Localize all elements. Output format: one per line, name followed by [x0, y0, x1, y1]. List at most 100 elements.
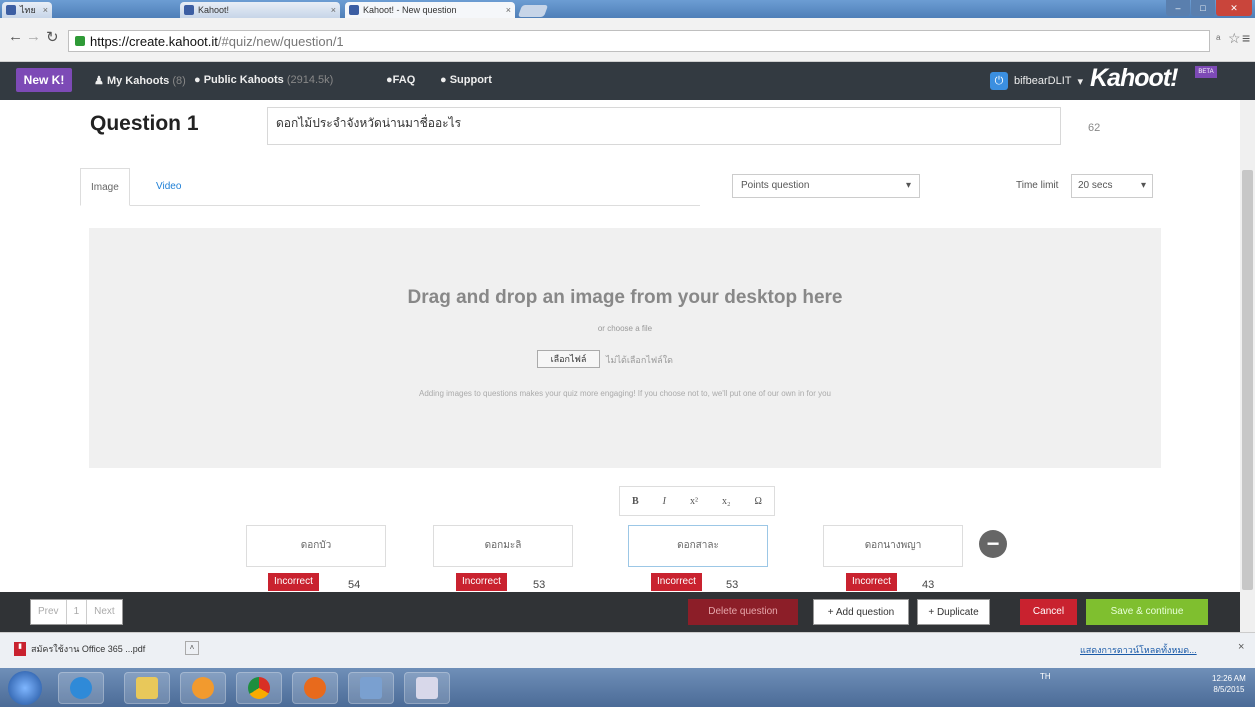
- close-downloads-icon[interactable]: ×: [1238, 641, 1244, 653]
- question-text-input[interactable]: ดอกไม้ประจำจังหวัดน่านมาชื่ออะไร: [267, 107, 1061, 145]
- media-player-icon[interactable]: [180, 672, 226, 704]
- time-limit-select[interactable]: 20 secs ▾: [1071, 174, 1153, 198]
- no-file-label: ไม่ได้เลือกไฟล์ใด: [606, 355, 673, 365]
- clock-time: 12:26 AM: [1212, 674, 1246, 683]
- scrollbar-thumb[interactable]: [1242, 170, 1253, 590]
- tab-favicon-icon: [349, 5, 359, 15]
- tab-label: Kahoot! - New question: [363, 5, 457, 15]
- tab-favicon-icon: [6, 5, 16, 15]
- prev-button[interactable]: Prev: [31, 600, 67, 624]
- incorrect-toggle[interactable]: Incorrect: [268, 573, 319, 591]
- delete-question-button[interactable]: Delete question: [688, 599, 798, 625]
- browser-tab[interactable]: Kahoot! ×: [180, 2, 340, 18]
- reload-icon[interactable]: ↻: [46, 28, 59, 46]
- special-char-button[interactable]: Ω: [755, 496, 762, 507]
- choose-file-button[interactable]: เลือกไฟล์: [537, 350, 600, 368]
- answer-char-count: 53: [726, 579, 739, 591]
- next-button[interactable]: Next: [87, 600, 122, 624]
- points-select[interactable]: Points question ▾: [732, 174, 920, 198]
- add-question-button[interactable]: + Add question: [813, 599, 909, 625]
- superscript-button[interactable]: x²: [690, 496, 698, 507]
- caret-down-icon: ▾: [1077, 75, 1084, 88]
- explorer-icon[interactable]: [124, 672, 170, 704]
- new-kahoot-button[interactable]: New K!: [16, 68, 72, 92]
- incorrect-toggle[interactable]: Incorrect: [651, 573, 702, 591]
- question-title: Question 1: [90, 112, 199, 135]
- answer-field[interactable]: ดอกมะลิ: [433, 525, 573, 567]
- duplicate-button[interactable]: + Duplicate: [917, 599, 990, 625]
- drop-zone-note: Adding images to questions makes your qu…: [419, 389, 831, 398]
- tab-video[interactable]: Video: [146, 168, 191, 206]
- close-window-icon[interactable]: ✕: [1216, 0, 1252, 16]
- clock[interactable]: 12:26 AM 8/5/2015: [1212, 673, 1246, 695]
- incorrect-toggle[interactable]: Incorrect: [846, 573, 897, 591]
- download-chevron-icon[interactable]: ˄: [185, 641, 199, 655]
- minimize-icon[interactable]: –: [1166, 0, 1190, 16]
- browser-tab-active[interactable]: Kahoot! - New question ×: [345, 2, 515, 18]
- bookmark-star-icon[interactable]: ☆: [1228, 30, 1241, 47]
- start-button-icon[interactable]: [8, 671, 42, 705]
- tab-close-icon[interactable]: ×: [43, 5, 48, 15]
- username: bifbearDLIT: [1014, 75, 1072, 87]
- faq-link[interactable]: ●FAQ: [386, 74, 415, 86]
- save-continue-button[interactable]: Save & continue: [1086, 599, 1208, 625]
- cancel-button[interactable]: Cancel: [1020, 599, 1077, 625]
- page-number: 1: [67, 600, 88, 624]
- new-tab-button[interactable]: [517, 5, 549, 17]
- tab-close-icon[interactable]: ×: [506, 5, 511, 15]
- question-icon: ●: [386, 74, 393, 86]
- answer-char-count: 53: [533, 579, 546, 591]
- chrome-icon[interactable]: [236, 672, 282, 704]
- my-kahoots-link[interactable]: ♟ My Kahoots (8): [94, 74, 186, 87]
- format-toolbar: B I x² x₂ Ω: [619, 486, 775, 516]
- chat-bubble-icon: ●: [440, 74, 447, 86]
- url-path: /#quiz/new/question/1: [217, 33, 344, 49]
- incorrect-toggle[interactable]: Incorrect: [456, 573, 507, 591]
- chevron-down-icon: ▾: [905, 180, 911, 191]
- lock-icon: [75, 36, 85, 46]
- maximize-icon[interactable]: □: [1191, 0, 1215, 16]
- system-tray[interactable]: TH: [1040, 672, 1051, 681]
- user-icon: ♟: [94, 75, 104, 87]
- user-menu[interactable]: ⏻ bifbearDLIT ▾: [990, 72, 1083, 90]
- firefox-icon[interactable]: [292, 672, 338, 704]
- power-icon[interactable]: ⏻: [990, 72, 1008, 90]
- address-bar[interactable]: https://create.kahoot.it/#quiz/new/quest…: [68, 30, 1210, 52]
- paint-icon[interactable]: [404, 672, 450, 704]
- subscript-button[interactable]: x₂: [722, 496, 731, 507]
- answer-field[interactable]: ดอกสาละ: [628, 525, 768, 567]
- time-limit-label: Time limit: [1016, 180, 1059, 191]
- support-link[interactable]: ● Support: [440, 74, 492, 86]
- clock-date: 8/5/2015: [1213, 685, 1245, 694]
- answer-char-count: 43: [922, 579, 935, 591]
- menu-icon[interactable]: ≡: [1242, 30, 1250, 46]
- points-select-value: Points question: [741, 180, 810, 191]
- remove-answer-icon[interactable]: −: [979, 530, 1007, 558]
- tab-image[interactable]: Image: [80, 168, 130, 206]
- tab-label: ไทย: [20, 5, 36, 15]
- tab-close-icon[interactable]: ×: [331, 5, 336, 15]
- answer-field[interactable]: ดอกนางพญา: [823, 525, 963, 567]
- ie-icon[interactable]: [58, 672, 104, 704]
- url-host: https://create.kahoot.it: [90, 33, 218, 49]
- time-limit-value: 20 secs: [1078, 180, 1113, 191]
- drop-zone-heading: Drag and drop an image from your desktop…: [407, 287, 843, 308]
- public-kahoots-count: (2914.5k): [286, 74, 334, 86]
- back-icon[interactable]: ←: [8, 28, 23, 45]
- answer-field[interactable]: ดอกบัว: [246, 525, 386, 567]
- image-drop-zone[interactable]: [89, 228, 1161, 468]
- bold-button[interactable]: B: [632, 496, 639, 507]
- faq-label: FAQ: [392, 74, 416, 86]
- italic-button[interactable]: I: [663, 496, 666, 507]
- public-kahoots-link[interactable]: ● Public Kahoots (2914.5k): [194, 74, 333, 86]
- app-icon[interactable]: [348, 672, 394, 704]
- translate-icon[interactable]: ᵃ: [1216, 32, 1220, 46]
- browser-tab[interactable]: ไทย ×: [2, 2, 52, 18]
- download-filename: สมัครใช้งาน Office 365 ...pdf: [31, 644, 146, 654]
- pdf-icon: ▮: [14, 642, 26, 656]
- support-label: Support: [449, 74, 492, 86]
- tab-label: Kahoot!: [198, 5, 230, 15]
- show-all-downloads-link[interactable]: แสดงการดาวน์โหลดทั้งหมด...: [1080, 643, 1197, 657]
- forward-icon[interactable]: →: [26, 28, 41, 45]
- download-item[interactable]: ▮ สมัครใช้งาน Office 365 ...pdf: [14, 638, 145, 660]
